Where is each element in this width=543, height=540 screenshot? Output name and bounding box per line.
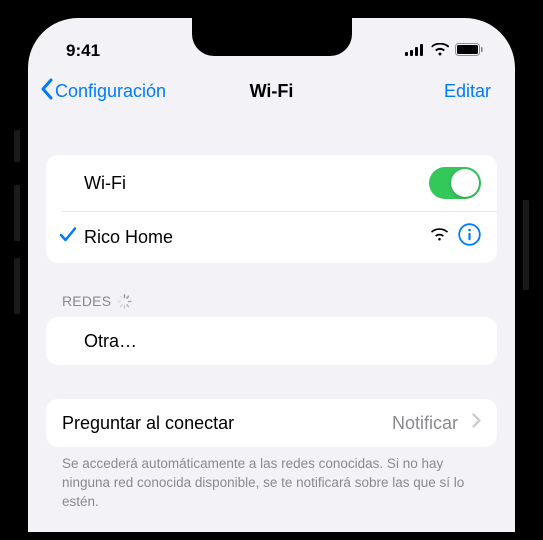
networks-group: Otra…	[46, 317, 497, 365]
chevron-right-icon	[472, 413, 481, 433]
current-network-name: Rico Home	[84, 227, 431, 248]
networks-header: REDES	[46, 263, 497, 317]
wifi-toggle[interactable]	[429, 167, 481, 199]
ask-to-join-row[interactable]: Preguntar al conectar Notificar	[46, 399, 497, 447]
cellular-icon	[405, 41, 425, 61]
other-network-label: Otra…	[84, 331, 481, 352]
networks-header-label: REDES	[62, 293, 111, 309]
battery-icon	[455, 41, 483, 61]
chevron-left-icon	[40, 78, 53, 105]
back-button[interactable]: Configuración	[40, 78, 166, 105]
back-label: Configuración	[55, 81, 166, 102]
ask-to-join-label: Preguntar al conectar	[62, 413, 392, 434]
current-network-row[interactable]: Rico Home	[46, 211, 497, 263]
edit-button[interactable]: Editar	[444, 81, 497, 102]
ask-to-join-group: Preguntar al conectar Notificar	[46, 399, 497, 447]
wifi-group: Wi-Fi Rico Home	[46, 155, 497, 263]
wifi-toggle-row: Wi-Fi	[46, 155, 497, 211]
ask-to-join-footer: Se accederá automáticamente a las redes …	[46, 447, 497, 512]
spinner-icon	[117, 294, 132, 309]
status-time: 9:41	[66, 41, 100, 61]
wifi-toggle-label: Wi-Fi	[84, 173, 429, 194]
info-icon[interactable]	[458, 223, 481, 251]
nav-title: Wi-Fi	[250, 81, 294, 102]
ask-to-join-value: Notificar	[392, 413, 458, 434]
wifi-icon	[431, 41, 449, 61]
nav-bar: Configuración Wi-Fi Editar	[28, 68, 515, 119]
notch	[192, 18, 352, 56]
wifi-signal-icon	[431, 228, 448, 246]
check-icon	[60, 227, 76, 247]
other-network-row[interactable]: Otra…	[46, 317, 497, 365]
